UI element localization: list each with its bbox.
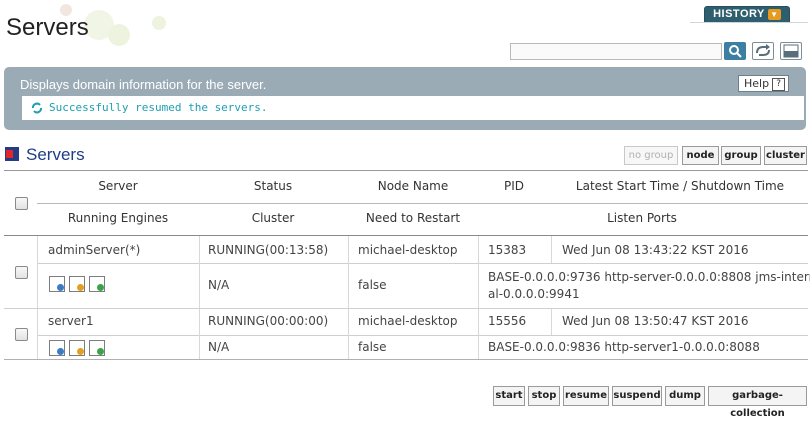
col-divider: [478, 309, 479, 359]
listen-ports-line: BASE-0.0.0.0:9836 http-server1-0.0.0.0:8…: [488, 340, 760, 354]
col-header-node: Node Name: [377, 179, 449, 193]
col-header-restart: Need to Restart: [365, 211, 461, 225]
search-button[interactable]: [724, 42, 746, 60]
page-title: Servers: [6, 14, 89, 41]
row-divider: [37, 263, 808, 264]
col-divider: [551, 309, 552, 335]
pid: 15556: [488, 314, 527, 328]
col-divider: [478, 236, 479, 308]
col-header-status: Status: [253, 179, 293, 193]
garbage-collection-button[interactable]: garbage-collection: [708, 386, 807, 419]
col-header-server: Server: [98, 179, 138, 193]
servers-section-icon: [5, 147, 19, 161]
start-time: Wed Jun 08 13:50:47 KST 2016: [562, 314, 749, 328]
engine-icon: [69, 340, 85, 356]
resume-icon: [31, 102, 43, 114]
select-all-checkbox[interactable]: [15, 197, 28, 210]
dump-button[interactable]: dump: [665, 386, 705, 406]
stop-button[interactable]: stop: [528, 386, 560, 406]
divider: [690, 22, 808, 23]
no-group-button[interactable]: no group: [624, 146, 678, 165]
resume-button[interactable]: resume: [563, 386, 609, 406]
table-top-border: [4, 170, 808, 171]
need-restart-value: false: [358, 340, 387, 354]
row-divider: [37, 335, 808, 336]
help-label: Help: [744, 77, 770, 90]
search-input[interactable]: [510, 43, 722, 60]
pid: 15383: [488, 243, 527, 257]
server-name[interactable]: adminServer(*): [48, 243, 140, 257]
refresh-button[interactable]: [752, 42, 774, 60]
decor-circle: [108, 24, 130, 46]
engine-icon: [89, 340, 105, 356]
server-status: RUNNING(00:00:00): [208, 314, 329, 328]
xml-export-icon: [783, 44, 799, 58]
col-header-ports: Listen Ports: [607, 211, 677, 225]
col-divider: [551, 236, 552, 263]
help-button[interactable]: Help?: [738, 75, 790, 92]
col-divider: [199, 236, 200, 308]
col-divider: [348, 309, 349, 359]
decor-circle: [152, 16, 166, 30]
search-icon: [729, 45, 742, 58]
help-icon: ?: [772, 77, 786, 91]
row-checkbox[interactable]: [15, 328, 28, 341]
chevron-down-icon: ▼: [767, 8, 781, 20]
col-divider: [37, 236, 38, 308]
node-group-button[interactable]: node: [682, 146, 719, 165]
engine-icon: [49, 276, 65, 292]
col-header-cluster: Cluster: [251, 211, 295, 225]
col-header-engines: Running Engines: [67, 211, 169, 225]
engine-icon: [69, 276, 85, 292]
history-button[interactable]: HISTORY ▼: [704, 6, 790, 23]
listen-ports-line: BASE-0.0.0.0:9736 http-server-0.0.0.0:88…: [488, 270, 810, 284]
server-status: RUNNING(00:13:58): [208, 243, 329, 257]
refresh-icon: [756, 44, 770, 56]
row-divider: [4, 359, 808, 360]
node-name: michael-desktop: [358, 314, 458, 328]
section-title: Servers: [26, 145, 85, 164]
header-divider: [37, 203, 808, 204]
need-restart-value: false: [358, 278, 387, 292]
col-header-time: Latest Start Time / Shutdown Time: [575, 179, 785, 193]
engine-icon: [49, 340, 65, 356]
col-divider: [37, 309, 38, 359]
suspend-button[interactable]: suspend: [612, 386, 662, 406]
node-name: michael-desktop: [358, 243, 458, 257]
status-message: Successfully resumed the servers.: [49, 101, 268, 114]
col-header-pid: PID: [503, 179, 524, 193]
listen-ports-line: al-0.0.0.0:9941: [488, 287, 580, 301]
cluster-group-button[interactable]: cluster: [764, 146, 807, 165]
page-description: Displays domain information for the serv…: [20, 77, 267, 92]
table-row-border: [4, 235, 808, 236]
engine-icon: [89, 276, 105, 292]
row-divider: [4, 308, 808, 309]
xml-export-button[interactable]: [780, 42, 802, 60]
row-checkbox[interactable]: [15, 266, 28, 279]
start-button[interactable]: start: [493, 386, 525, 406]
server-name[interactable]: server1: [48, 314, 94, 328]
history-label: HISTORY: [713, 8, 765, 20]
col-divider: [199, 309, 200, 359]
group-button[interactable]: group: [721, 146, 761, 165]
col-divider: [348, 236, 349, 308]
cluster-value: N/A: [208, 340, 230, 354]
cluster-value: N/A: [208, 278, 230, 292]
start-time: Wed Jun 08 13:43:22 KST 2016: [562, 243, 749, 257]
